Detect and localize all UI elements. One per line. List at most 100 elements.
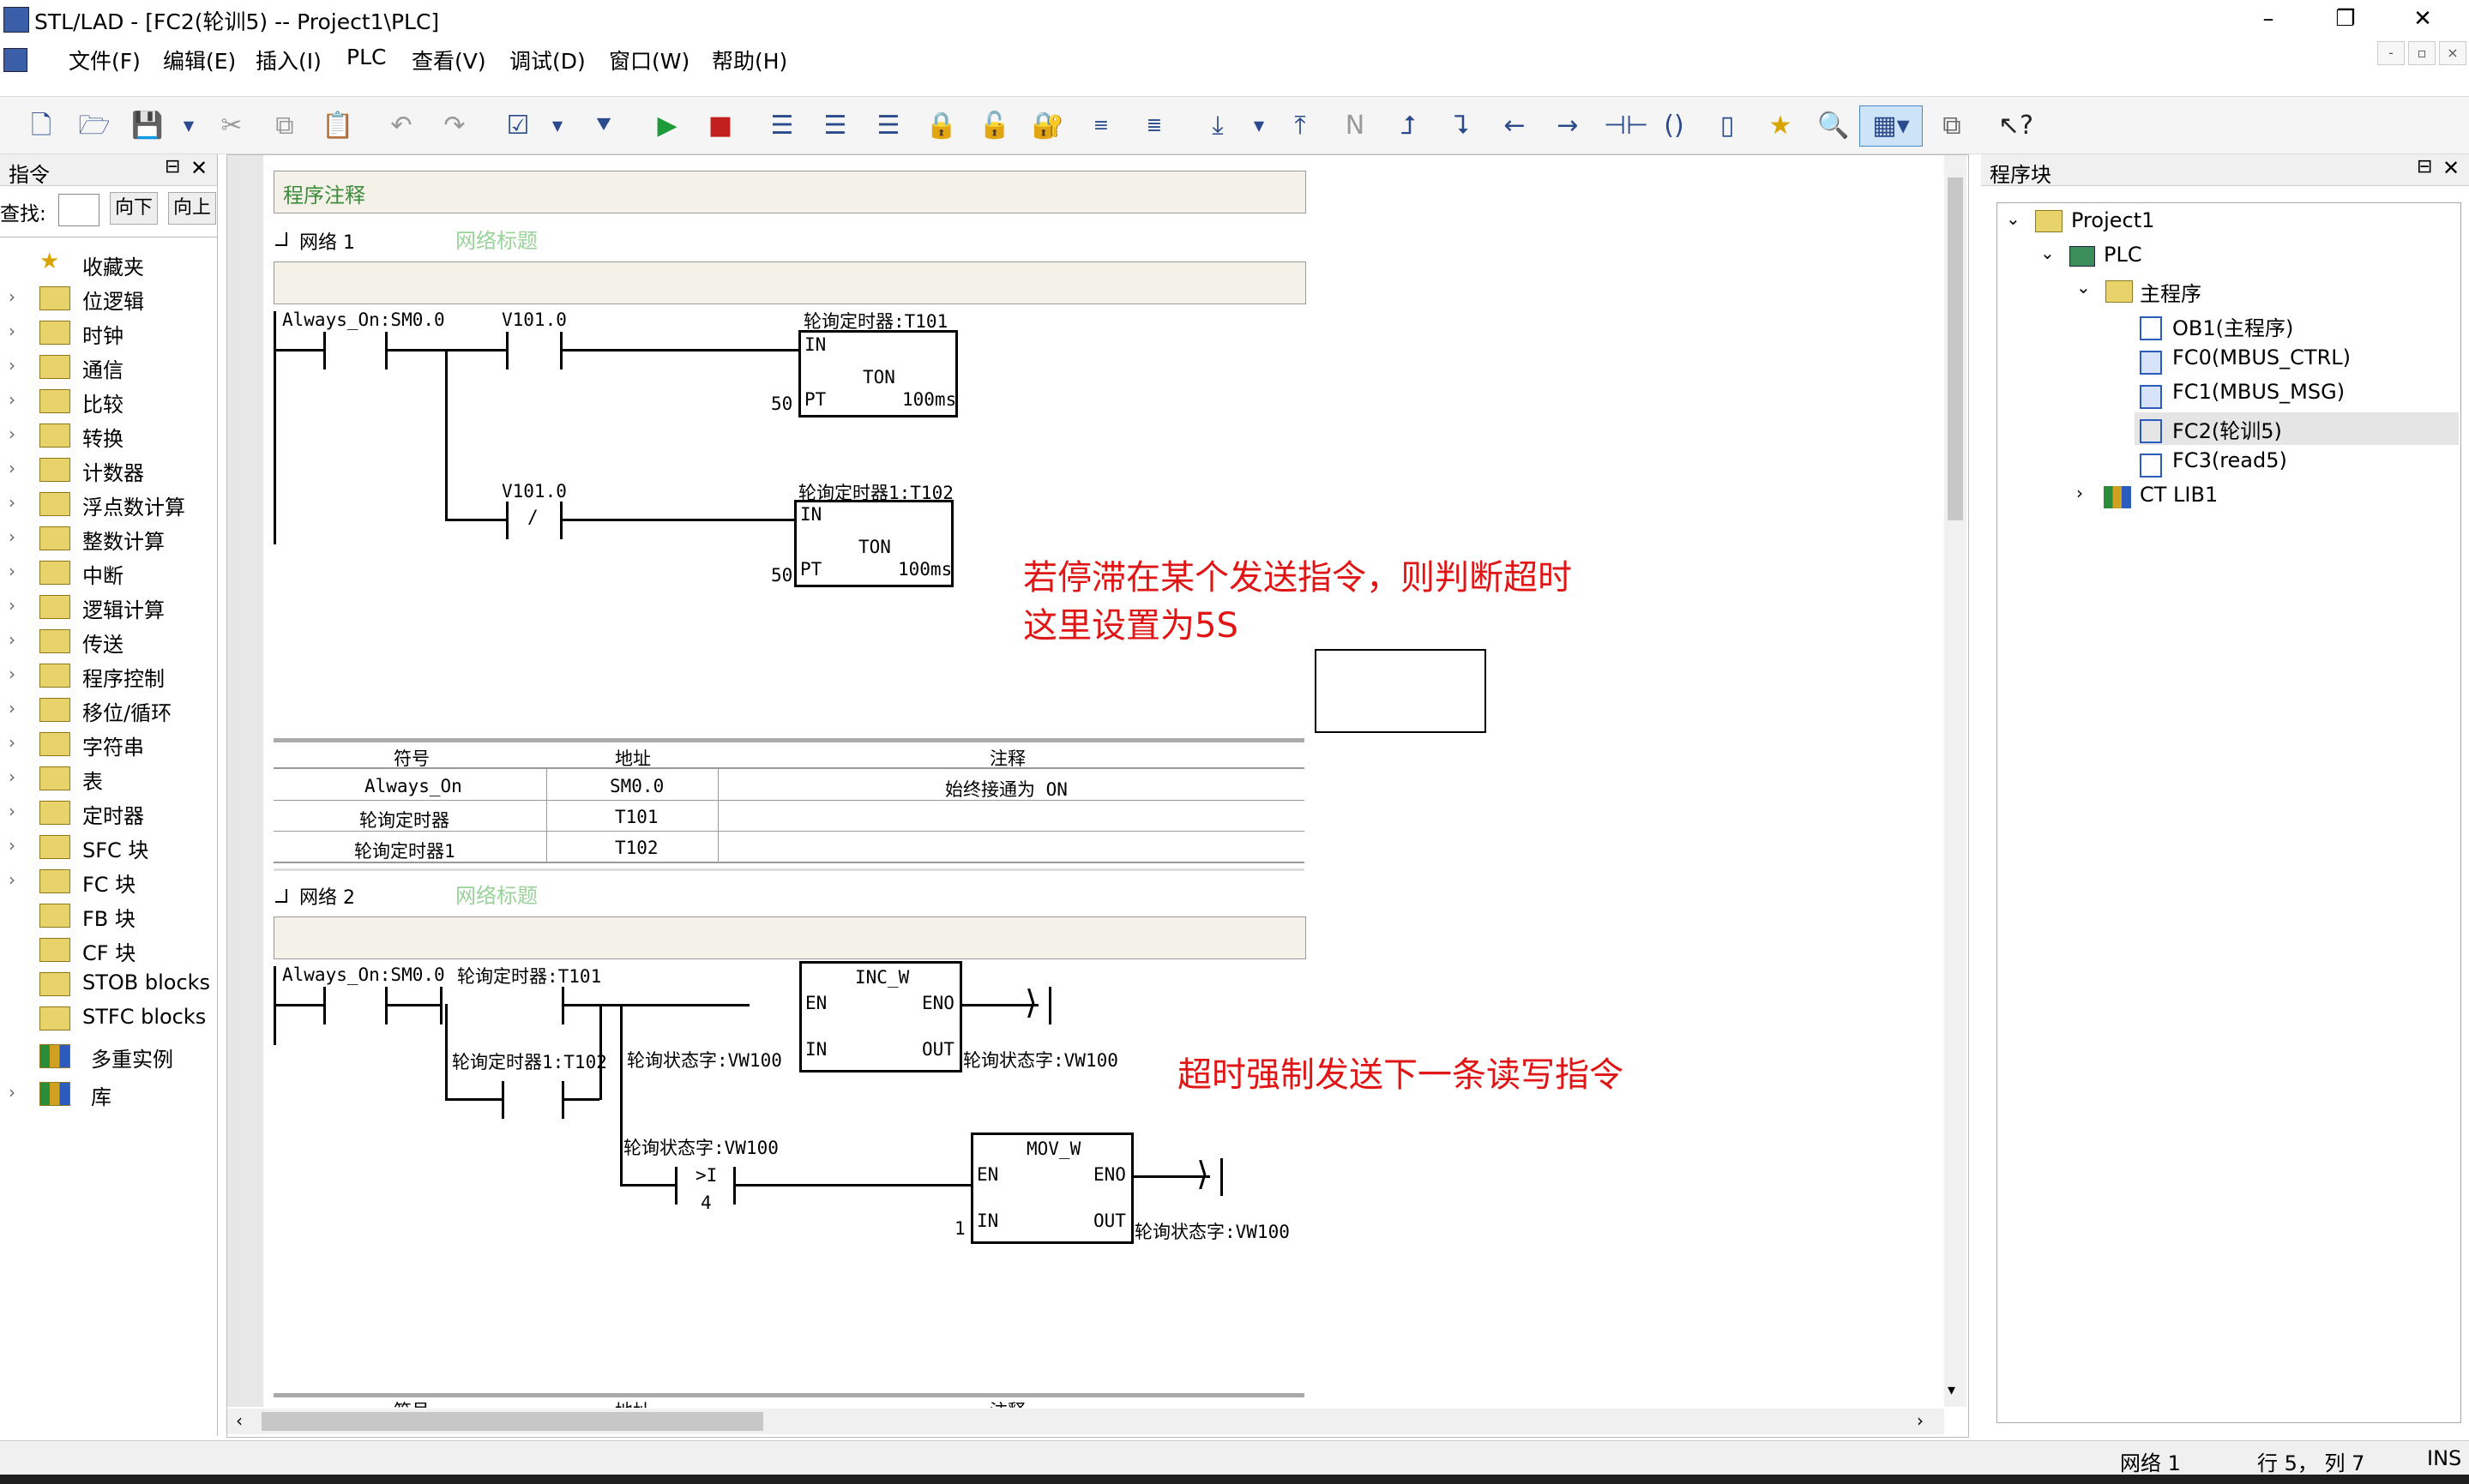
expand-chevron-icon[interactable]: › <box>9 732 15 753</box>
stop-icon[interactable]: ■ <box>703 109 738 143</box>
expand-chevron-icon[interactable]: › <box>9 664 15 684</box>
close-icon[interactable]: ✕ <box>2384 0 2461 38</box>
program-comment-box[interactable]: 程序注释 <box>274 171 1306 213</box>
expand-chevron-icon[interactable]: › <box>9 801 15 821</box>
instruction-tree-item[interactable]: › 字符串 <box>0 727 217 761</box>
indent-icon[interactable]: ≡ <box>1084 109 1118 143</box>
rpanel-pin-icon[interactable]: ⊟ <box>2417 156 2432 177</box>
expand-chevron-icon[interactable]: › <box>9 698 15 718</box>
grid-view-icon[interactable]: ▦▾ <box>1859 105 1923 147</box>
tree-main-expand-icon[interactable]: ⌄ <box>2076 277 2091 297</box>
tree-block-fc1[interactable]: FC1(MBUS_MSG) <box>2172 380 2345 404</box>
line-right-icon[interactable]: → <box>1551 109 1585 143</box>
expand-chevron-icon[interactable]: › <box>9 286 15 307</box>
expand-chevron-icon[interactable]: › <box>9 492 15 513</box>
instruction-tree-item[interactable]: › 时钟 <box>0 315 217 350</box>
instruction-tree-item[interactable]: › 传送 <box>0 624 217 658</box>
editor-horizontal-scrollbar[interactable]: ‹ › <box>227 1409 1944 1434</box>
instruction-tree-item[interactable]: STOB blocks <box>0 967 217 1001</box>
run-icon[interactable]: ▶ <box>650 109 684 143</box>
inc-w-box[interactable]: INC_W EN ENO IN OUT <box>799 961 962 1072</box>
bookmark-icon[interactable]: ★ <box>1763 109 1798 143</box>
tree-plc-expand-icon[interactable]: ⌄ <box>2040 243 2055 263</box>
tree-block-ob1[interactable]: OB1(主程序) <box>2172 311 2293 341</box>
expand-chevron-icon[interactable]: › <box>9 321 15 341</box>
timer2-box[interactable]: IN TON PT 100ms <box>794 500 954 587</box>
menu-insert[interactable]: 插入(I) <box>256 45 322 75</box>
tree-lib-expand-icon[interactable]: › <box>2076 483 2083 503</box>
box-icon[interactable]: ▯ <box>1710 109 1744 143</box>
line-left-icon[interactable]: ← <box>1497 109 1532 143</box>
instruction-tree-item[interactable]: STFC blocks <box>0 1001 217 1036</box>
instruction-tree-item[interactable]: 多重实例 <box>0 1039 217 1073</box>
instruction-tree-item[interactable]: › 整数计算 <box>0 521 217 556</box>
copy-icon[interactable]: ⧉ <box>268 109 302 143</box>
instruction-tree-item[interactable]: › 计数器 <box>0 453 217 487</box>
instruction-tree-item[interactable]: › SFC 块 <box>0 830 217 864</box>
windows-icon[interactable]: ⧉ <box>1935 109 1969 143</box>
tree-block-fc2[interactable]: FC2(轮训5) <box>2172 414 2282 444</box>
rpanel-close-icon[interactable]: ✕ <box>2442 156 2460 180</box>
expand-chevron-icon[interactable]: › <box>9 766 15 787</box>
protect-icon[interactable]: 🔐 <box>1031 109 1065 143</box>
scroll-thumb[interactable] <box>1948 177 1963 520</box>
instruction-tree-item[interactable]: › 逻辑计算 <box>0 590 217 624</box>
instruction-tree-item[interactable]: FB 块 <box>0 898 217 933</box>
branch-down-icon[interactable]: ⮧ <box>1444 109 1478 143</box>
n2-contact3-left[interactable] <box>502 1081 504 1119</box>
delete-network-icon[interactable]: ☰ <box>818 109 852 143</box>
menu-plc[interactable]: PLC <box>346 45 386 69</box>
menu-edit[interactable]: 编辑(E) <box>163 45 236 75</box>
compile-icon[interactable]: ☑ <box>501 109 535 143</box>
compile-dropdown-icon[interactable]: ▼ <box>540 109 575 143</box>
instruction-tree-item[interactable]: ★ 收藏夹 <box>0 247 217 281</box>
contact2-left[interactable] <box>506 332 509 369</box>
instruction-tree-item[interactable]: › 转换 <box>0 418 217 453</box>
branch-icon[interactable]: N <box>1338 109 1372 143</box>
instruction-tree-item[interactable]: › 中断 <box>0 556 217 590</box>
instruction-tree-item[interactable]: › 浮点数计算 <box>0 487 217 521</box>
menu-file[interactable]: 文件(F) <box>69 45 141 75</box>
insert-line-icon[interactable]: ⤓ <box>1201 109 1235 143</box>
unlock-icon[interactable]: 🔓 <box>978 109 1012 143</box>
search-up-button[interactable]: 向上 <box>168 192 216 225</box>
tree-project[interactable]: Project1 <box>2071 208 2154 232</box>
network1-title-hint[interactable]: 网络标题 <box>455 224 538 254</box>
editor-vertical-scrollbar[interactable]: ▾ <box>1944 155 1966 1407</box>
mdi-restore-icon[interactable]: ▫ <box>2408 41 2436 65</box>
lock-icon[interactable]: 🔒 <box>924 109 959 143</box>
tree-block-fc3[interactable]: FC3(read5) <box>2172 448 2287 472</box>
network1-comment-box[interactable] <box>274 261 1306 304</box>
tree-plc[interactable]: PLC <box>2104 243 2142 267</box>
undo-icon[interactable]: ↶ <box>384 109 419 143</box>
tree-block-fc0[interactable]: FC0(MBUS_CTRL) <box>2172 345 2351 369</box>
expand-chevron-icon[interactable]: › <box>9 629 15 650</box>
save-icon[interactable]: 💾 <box>130 109 165 143</box>
branch-up-icon[interactable]: ⮥ <box>1391 109 1425 143</box>
expand-chevron-icon[interactable]: › <box>9 389 15 410</box>
cmp-left[interactable] <box>675 1167 677 1205</box>
open-file-icon[interactable]: 🗁 <box>77 109 111 143</box>
minimize-icon[interactable]: – <box>2230 0 2307 38</box>
expand-chevron-icon[interactable]: › <box>9 424 15 444</box>
network2-comment-box[interactable] <box>274 916 1306 959</box>
new-file-icon[interactable]: 🗋 <box>24 109 58 143</box>
expand-chevron-icon[interactable]: › <box>9 526 15 547</box>
expand-chevron-icon[interactable]: › <box>9 355 15 376</box>
mdi-minimize-icon[interactable]: - <box>2377 41 2405 65</box>
network-view-icon[interactable]: ☰ <box>871 109 906 143</box>
coil-icon[interactable]: () <box>1657 109 1691 143</box>
network2-title-hint[interactable]: 网络标题 <box>455 879 538 909</box>
instruction-tree-item[interactable]: › 程序控制 <box>0 658 217 693</box>
cut-icon[interactable]: ✂ <box>214 109 249 143</box>
save-dropdown-icon[interactable]: ▼ <box>172 109 206 143</box>
instruction-tree-item[interactable]: › 位逻辑 <box>0 281 217 315</box>
instruction-tree-item[interactable]: CF 块 <box>0 933 217 967</box>
n2-contact2-left[interactable] <box>440 987 443 1024</box>
menu-window[interactable]: 窗口(W) <box>609 45 690 75</box>
redo-icon[interactable]: ↷ <box>437 109 472 143</box>
zoom-icon[interactable]: 🔍 <box>1816 109 1851 143</box>
tree-expand-icon[interactable]: ⌄ <box>2006 208 2020 229</box>
comment-icon[interactable]: ≣ <box>1137 109 1171 143</box>
scroll-left-icon[interactable]: ‹ <box>236 1410 243 1431</box>
